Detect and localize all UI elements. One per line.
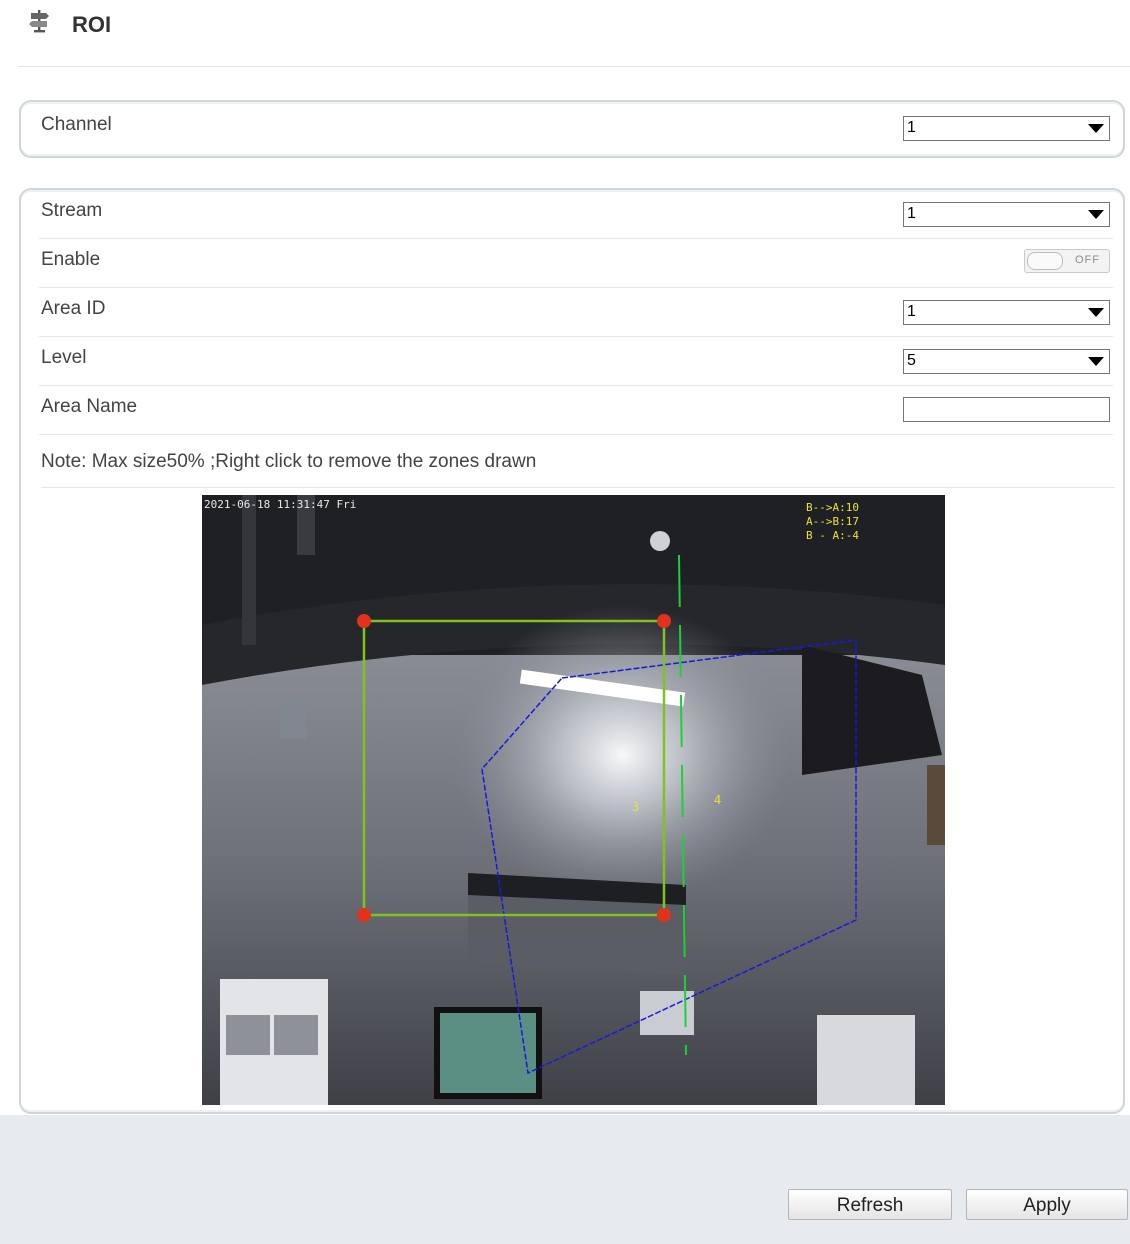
level-select[interactable]: 5 xyxy=(903,349,1110,374)
page-title: ROI xyxy=(72,12,112,37)
channel-select-value: 1 xyxy=(907,119,916,136)
refresh-button[interactable]: Refresh xyxy=(788,1189,952,1220)
chevron-down-icon xyxy=(1088,124,1104,133)
osd-stats: B-->A:10 A-->B:17 B - A:-4 xyxy=(806,501,859,543)
note-label: Note: Max size50% ;Right click to remove… xyxy=(41,451,537,472)
area-id-select[interactable]: 1 xyxy=(903,300,1110,325)
osd-stat-line: B-->A:10 xyxy=(806,501,859,514)
channel-label: Channel xyxy=(41,114,112,135)
signpost-icon xyxy=(29,10,49,33)
stream-row: Stream 1 xyxy=(39,190,1113,239)
osd-stat-line: B - A:-4 xyxy=(806,529,859,542)
page-header: ROI xyxy=(0,0,1130,67)
level-label: Level xyxy=(41,347,87,368)
area-id-select-value: 1 xyxy=(907,303,916,320)
level-select-value: 5 xyxy=(907,352,916,369)
stream-select[interactable]: 1 xyxy=(903,202,1110,227)
roi-settings-panel: Stream 1 Enable OFF Area ID 1 Level 5 Ar… xyxy=(19,188,1125,1114)
toggle-knob xyxy=(1027,252,1063,270)
header-divider xyxy=(18,66,1130,67)
chevron-down-icon xyxy=(1088,308,1104,317)
apply-button[interactable]: Apply xyxy=(966,1189,1128,1220)
stream-select-value: 1 xyxy=(907,205,916,222)
line-marker-label: 4 xyxy=(714,793,722,807)
area-name-input[interactable] xyxy=(903,397,1110,422)
enable-toggle[interactable]: OFF xyxy=(1024,249,1110,273)
channel-row: Channel 1 xyxy=(39,104,1113,153)
channel-select[interactable]: 1 xyxy=(903,116,1110,141)
line-marker-label: 3 xyxy=(632,800,640,814)
enable-label: Enable xyxy=(41,249,101,270)
stream-label: Stream xyxy=(41,200,103,221)
enable-row: Enable OFF xyxy=(39,239,1113,288)
video-preview[interactable]: 2021-06-18 11:31:47 Fri B-->A:10 A-->B:1… xyxy=(202,495,945,1105)
area-id-label: Area ID xyxy=(41,298,106,319)
area-name-row: Area Name xyxy=(39,386,1113,435)
chevron-down-icon xyxy=(1088,210,1104,219)
osd-stat-line: A-->B:17 xyxy=(806,515,859,528)
chevron-down-icon xyxy=(1088,357,1104,366)
area-id-row: Area ID 1 xyxy=(39,288,1113,337)
footer-bar: Refresh Apply xyxy=(0,1115,1130,1244)
level-row: Level 5 xyxy=(39,337,1113,386)
note-text: Note: Max size50% ;Right click to remove… xyxy=(41,451,1115,488)
toggle-state: OFF xyxy=(1075,254,1100,266)
channel-panel: Channel 1 xyxy=(19,100,1125,158)
area-name-label: Area Name xyxy=(41,396,138,417)
camera-frame[interactable] xyxy=(202,495,945,1105)
osd-timestamp: 2021-06-18 11:31:47 Fri xyxy=(204,498,357,511)
